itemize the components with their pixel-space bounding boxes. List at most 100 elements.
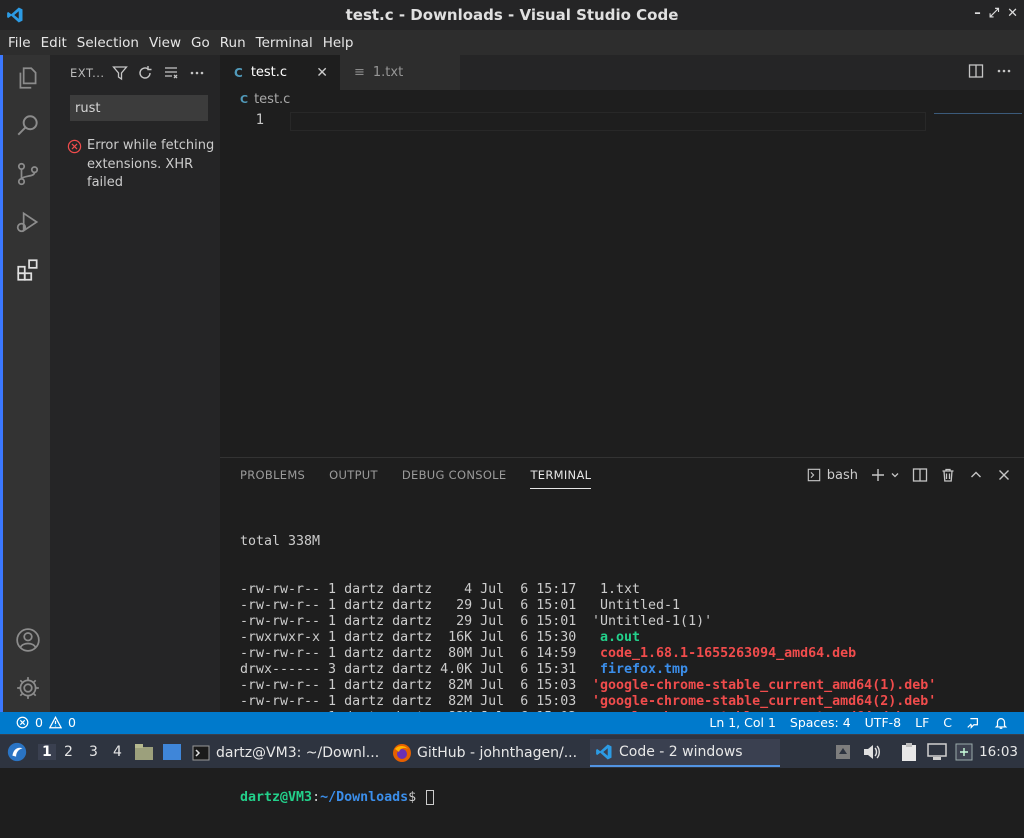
vscode-logo-icon — [596, 744, 612, 760]
workspace-3[interactable]: 3 — [89, 744, 98, 760]
error-icon — [16, 716, 29, 729]
tab-terminal[interactable]: TERMINAL — [530, 468, 592, 489]
terminal-shell-selector[interactable]: bash — [807, 468, 858, 483]
end-of-line[interactable]: LF — [915, 715, 929, 730]
file-meta: -rwxrwxr-x 1 dartz dartz 16K Jul 6 15:30 — [240, 630, 585, 645]
lubuntu-menu-icon[interactable] — [6, 741, 28, 763]
split-editor-icon[interactable] — [968, 63, 984, 79]
editor-current-line[interactable] — [290, 112, 926, 131]
notifications-bell-icon[interactable] — [994, 716, 1008, 730]
error-text: Error while fetching extensions. XHR fai… — [87, 138, 215, 190]
tab-debug-console[interactable]: DEBUG CONSOLE — [402, 468, 507, 489]
terminal-prompt: dartz@VM3: ~/Downloads $ — [240, 790, 1010, 806]
source-control-icon[interactable] — [15, 161, 41, 187]
workspace-1[interactable]: 1 — [38, 744, 56, 760]
filter-icon[interactable] — [112, 65, 128, 81]
taskbar-firefox-label: GitHub - johnthagen/... — [417, 745, 578, 761]
file-meta: -rw-rw-r-- 1 dartz dartz 29 Jul 6 15:01 — [240, 614, 585, 629]
file-name: 'Untitled-1(1)' — [592, 614, 713, 629]
warning-icon — [48, 716, 62, 729]
more-actions-icon[interactable] — [996, 63, 1012, 79]
activity-bar — [0, 55, 50, 712]
minimize-button[interactable]: – — [974, 6, 981, 21]
tab-problems[interactable]: PROBLEMS — [240, 468, 305, 489]
chevron-down-icon[interactable] — [890, 470, 900, 480]
extensions-search-input[interactable] — [70, 95, 208, 121]
run-debug-icon[interactable] — [15, 209, 41, 235]
new-terminal-icon[interactable] — [870, 467, 886, 483]
menu-edit[interactable]: Edit — [37, 35, 71, 51]
refresh-icon[interactable] — [137, 65, 153, 81]
account-icon[interactable] — [15, 627, 41, 653]
explorer-icon[interactable] — [15, 65, 41, 91]
volume-icon[interactable] — [862, 743, 882, 761]
menu-terminal[interactable]: Terminal — [252, 35, 317, 51]
language-mode[interactable]: C — [943, 715, 952, 730]
prompt-separator: : — [312, 790, 321, 805]
breadcrumb[interactable]: C test.c — [240, 92, 290, 107]
taskbar-firefox-window[interactable]: GitHub - johnthagen/... — [392, 739, 577, 767]
file-manager-icon[interactable] — [134, 743, 154, 761]
tab-label: test.c — [250, 65, 288, 80]
menu-file[interactable]: File — [4, 35, 35, 51]
file-meta: -rw-rw-r-- 1 dartz dartz 80M Jul 6 14:59 — [240, 646, 585, 661]
settings-gear-icon[interactable] — [15, 675, 41, 701]
terminal-line: -rw-rw-r-- 1 dartz dartz 80M Jul 6 14:59… — [240, 646, 1010, 662]
error-icon — [67, 139, 82, 154]
menu-view[interactable]: View — [145, 35, 185, 51]
menu-go[interactable]: Go — [187, 35, 214, 51]
file-meta: drwx------ 3 dartz dartz 4.0K Jul 6 15:3… — [240, 662, 585, 677]
chevron-up-icon[interactable] — [968, 467, 984, 483]
trash-icon[interactable] — [940, 467, 956, 483]
c-file-icon: C — [234, 65, 243, 80]
file-name: a.out — [592, 630, 641, 645]
close-tab-icon[interactable]: ✕ — [316, 65, 328, 81]
taskbar-code-label: Code - 2 windows — [619, 744, 743, 760]
updates-icon[interactable] — [834, 743, 852, 761]
power-manager-icon[interactable] — [954, 742, 974, 762]
feedback-icon[interactable] — [966, 716, 980, 730]
terminal-line: -rw-rw-r-- 1 dartz dartz 82M Jul 6 15:03… — [240, 694, 1010, 710]
menu-help[interactable]: Help — [319, 35, 358, 51]
breadcrumb-file[interactable]: test.c — [254, 92, 290, 107]
extensions-sidebar: EXT... Error while fetching extensions. … — [50, 55, 220, 712]
terminal-line: total 338M — [240, 534, 321, 549]
network-icon[interactable] — [926, 743, 948, 761]
workspace-2[interactable]: 2 — [64, 744, 73, 760]
terminal-line: -rw-rw-r-- 1 dartz dartz 29 Jul 6 15:01 … — [240, 598, 1010, 614]
prompt-path: ~/Downloads — [320, 790, 409, 805]
close-panel-icon[interactable] — [996, 467, 1012, 483]
split-terminal-icon[interactable] — [912, 467, 928, 483]
show-desktop-icon[interactable] — [162, 743, 182, 761]
problems-indicator[interactable]: 0 0 — [16, 715, 76, 730]
extensions-icon[interactable] — [15, 257, 41, 283]
tab-output[interactable]: OUTPUT — [329, 468, 378, 489]
terminal-line: -rwxrwxr-x 1 dartz dartz 16K Jul 6 15:30… — [240, 630, 1010, 646]
minimap-slider[interactable] — [934, 113, 1022, 114]
file-name: firefox.tmp — [592, 662, 689, 677]
menu-selection[interactable]: Selection — [73, 35, 143, 51]
maximize-button[interactable]: ⤢ — [989, 6, 999, 21]
search-icon[interactable] — [15, 113, 41, 139]
prompt-symbol: $ — [408, 790, 425, 805]
cursor-position[interactable]: Ln 1, Col 1 — [709, 715, 776, 730]
clipboard-icon[interactable] — [900, 742, 918, 762]
encoding[interactable]: UTF-8 — [865, 715, 901, 730]
taskbar-code-window[interactable]: Code - 2 windows — [590, 739, 780, 767]
clear-extensions-icon[interactable] — [163, 65, 179, 81]
menu-run[interactable]: Run — [216, 35, 250, 51]
title-bar: test.c - Downloads - Visual Studio Code … — [0, 0, 1024, 30]
tab-test-c[interactable]: C test.c ✕ — [220, 55, 340, 90]
sidebar-title: EXT... — [70, 66, 105, 80]
file-meta: -rw-rw-r-- 1 dartz dartz 4 Jul 6 15:17 — [240, 582, 585, 597]
tab-1-txt[interactable]: ≡ 1.txt — [340, 55, 460, 90]
close-window-button[interactable]: ✕ — [1007, 6, 1018, 21]
more-actions-icon[interactable] — [189, 65, 205, 81]
editor-tab-bar: C test.c ✕ ≡ 1.txt — [220, 55, 1024, 90]
tab-label: 1.txt — [372, 65, 404, 80]
terminal-output[interactable]: total 338M -rw-rw-r-- 1 dartz dartz 4 Ju… — [240, 502, 1010, 838]
indentation[interactable]: Spaces: 4 — [790, 715, 851, 730]
clock[interactable]: 16:03 — [979, 744, 1018, 760]
workspace-4[interactable]: 4 — [113, 744, 122, 760]
taskbar-terminal-window[interactable]: dartz@VM3: ~/Downl... — [192, 739, 379, 767]
